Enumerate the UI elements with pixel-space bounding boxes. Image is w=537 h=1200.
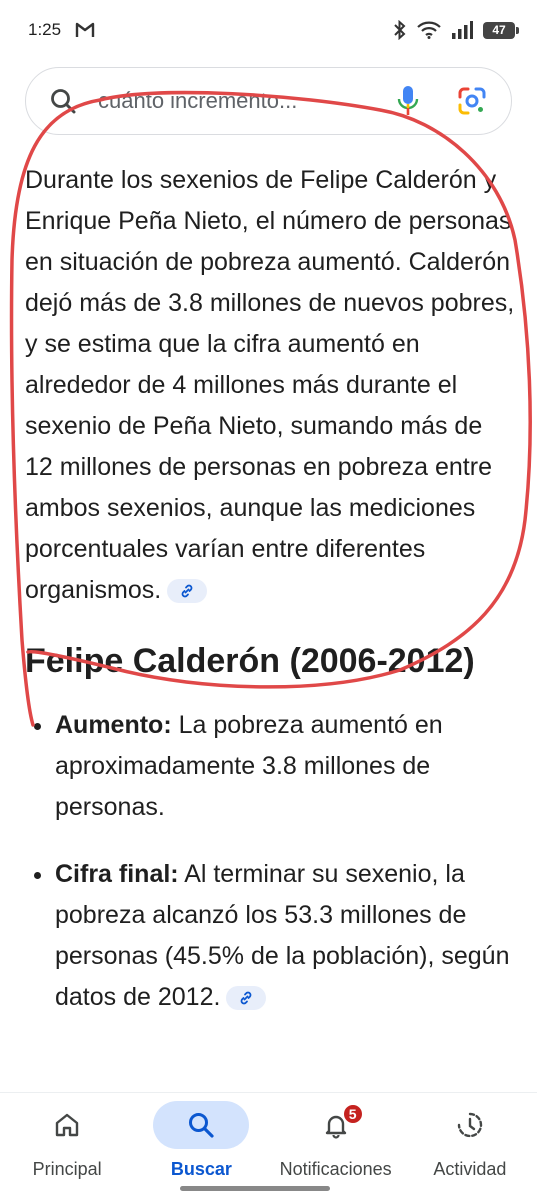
nav-icon-wrap: 5 [288, 1101, 384, 1149]
status-right: 47 [393, 20, 519, 40]
ai-overview-content: Durante los sexenios de Felipe Calderón … [25, 160, 515, 1044]
home-icon [55, 1113, 79, 1137]
section-heading: Felipe Calderón (2006-2012) [25, 642, 475, 680]
status-time: 1:25 [28, 20, 62, 39]
overview-paragraph: Durante los sexenios de Felipe Calderón … [25, 160, 515, 611]
overview-text: Durante los sexenios de Felipe Calderón … [25, 166, 515, 604]
nav-label: Actividad [433, 1159, 507, 1179]
nav-label: Notificaciones [279, 1159, 392, 1179]
home-indicator[interactable] [180, 1186, 330, 1191]
google-lens-icon[interactable] [457, 86, 487, 116]
activity-icon [457, 1112, 483, 1138]
link-icon [241, 992, 252, 1005]
notification-badge: 5 [341, 1103, 364, 1125]
search-icon [189, 1113, 214, 1138]
gmail-icon [75, 22, 95, 38]
nav-label: Principal [32, 1159, 102, 1179]
battery-icon: 47 [483, 21, 519, 39]
nav-item-actividad[interactable]: Actividad [403, 1093, 537, 1180]
bottom-navigation: Principal Buscar 5 Notificaciones Activi… [0, 1092, 537, 1200]
bluetooth-icon [393, 20, 407, 40]
microphone-icon[interactable] [397, 85, 419, 117]
nav-icon-wrap [422, 1101, 518, 1149]
list-item: Aumento: La pobreza aumentó en aproximad… [55, 705, 515, 828]
nav-icon-wrap [153, 1101, 250, 1149]
nav-item-notificaciones[interactable]: 5 Notificaciones [269, 1093, 403, 1180]
nav-icon-wrap [19, 1101, 115, 1149]
bullet-list: Aumento: La pobreza aumentó en aproximad… [25, 705, 515, 1018]
search-input[interactable]: cuánto incremento... [98, 88, 397, 114]
wifi-icon [417, 21, 441, 39]
search-icon[interactable] [50, 88, 76, 114]
signal-icon [451, 21, 473, 39]
nav-label: Buscar [170, 1159, 232, 1179]
list-item: Cifra final: Al terminar su sexenio, la … [55, 854, 515, 1018]
status-bar: 1:25 47 [0, 0, 537, 60]
source-link-button[interactable] [226, 986, 267, 1011]
nav-item-buscar[interactable]: Buscar [134, 1093, 268, 1180]
status-left: 1:25 [28, 20, 95, 40]
search-bar[interactable]: cuánto incremento... [25, 67, 512, 135]
bullet-label: Cifra final: [55, 860, 179, 888]
bullet-label: Aumento: [55, 711, 172, 739]
link-icon [181, 585, 193, 598]
nav-item-principal[interactable]: Principal [0, 1093, 134, 1180]
source-link-button[interactable] [167, 579, 208, 604]
